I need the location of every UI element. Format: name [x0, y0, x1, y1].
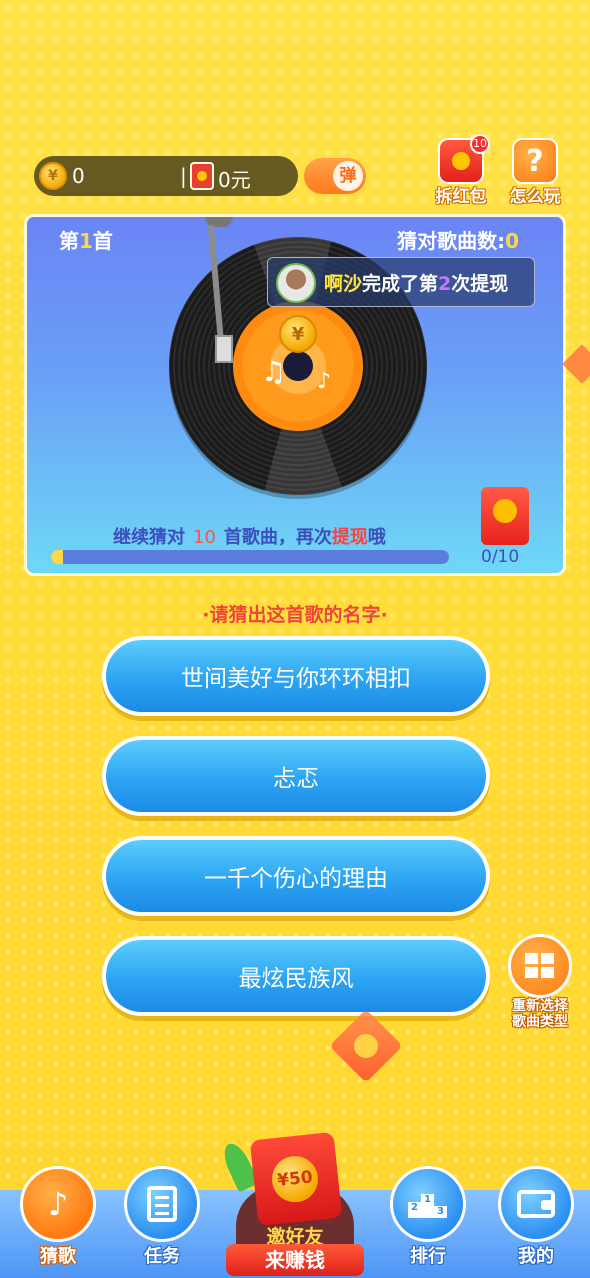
reward-amount: ¥50: [269, 1153, 321, 1205]
invite-line2: 来赚钱: [226, 1244, 364, 1276]
red-envelope-icon: 10: [438, 134, 490, 184]
red-envelope-icon: [190, 162, 214, 190]
tab-guess-song[interactable]: ♪ 猜歌: [16, 1166, 100, 1268]
tab-mine[interactable]: 我的: [494, 1166, 578, 1268]
floating-redpack[interactable]: [329, 1009, 403, 1083]
song-number: 第1首: [59, 229, 113, 253]
reselect-line2: 歌曲类型: [512, 1014, 568, 1030]
withdraw-redpack-button[interactable]: [481, 487, 529, 545]
music-note-icon: ♫: [261, 355, 287, 388]
progress-bar: [51, 550, 449, 564]
question-icon: ?: [512, 138, 558, 184]
reselect-line1: 重新选择: [512, 998, 568, 1014]
answer-option-1[interactable]: 世间美好与你环环相扣: [102, 636, 490, 716]
how-to-play-label: 怎么玩: [509, 187, 561, 207]
danmu-toggle-label: 弹: [333, 161, 363, 191]
answer-option-3[interactable]: 一千个伤心的理由: [102, 836, 490, 916]
music-note-icon: ♪: [317, 369, 332, 394]
tonearm: [205, 217, 233, 377]
balance-bar: ¥ 0 | 0元: [34, 156, 298, 196]
yuan-coin-icon: ¥: [279, 315, 317, 353]
question-prompt: ·请猜出这首歌的名字·: [202, 604, 388, 626]
tab-rank-label: 排行: [410, 1246, 446, 1267]
wallet-icon: [498, 1166, 574, 1242]
player-card: 第1首 猜对歌曲数:0 ¥ ♫ ♪ 啊沙完成了第2次提现 继续猜对 10 首歌曲，再…: [24, 214, 566, 576]
open-redpack-button[interactable]: 10 拆红包: [434, 134, 490, 207]
category-icon: [508, 934, 572, 998]
tab-rank[interactable]: 213 排行: [386, 1166, 470, 1268]
answer-option-2[interactable]: 忐忑: [102, 736, 490, 816]
balance-separator: |: [180, 164, 187, 188]
tab-mine-label: 我的: [518, 1246, 554, 1267]
tab-tasks[interactable]: 任务: [120, 1166, 204, 1268]
coin-balance: 0: [72, 164, 85, 188]
podium-icon: 213: [390, 1166, 466, 1242]
answer-option-4[interactable]: 最炫民族风: [102, 936, 490, 1016]
clipboard-icon: [124, 1166, 200, 1242]
avatar: [276, 263, 316, 303]
red-envelope-icon: ¥50: [249, 1131, 343, 1227]
decor-envelope: [562, 344, 590, 384]
danmu-toggle[interactable]: 弹: [304, 158, 366, 194]
invite-friends-button[interactable]: ¥50 邀好友 来赚钱: [222, 1126, 368, 1278]
progress-text: 0/10: [481, 547, 520, 567]
correct-count: 猜对歌曲数:0: [397, 229, 519, 253]
coin-icon: ¥: [39, 162, 67, 190]
withdraw-hint: 继续猜对 10 首歌曲，再次提现哦: [113, 527, 386, 548]
music-note-icon: ♪: [20, 1166, 96, 1242]
cash-balance: 0元: [218, 168, 251, 192]
withdraw-toast: 啊沙完成了第2次提现: [267, 257, 535, 307]
tab-guess-song-label: 猜歌: [40, 1246, 76, 1267]
redpack-count-badge: 10: [470, 134, 490, 154]
open-redpack-label: 拆红包: [435, 187, 487, 207]
how-to-play-button[interactable]: ? 怎么玩: [508, 138, 562, 207]
tab-tasks-label: 任务: [144, 1246, 180, 1267]
reselect-song-type-button[interactable]: 重新选择 歌曲类型: [504, 934, 576, 1030]
